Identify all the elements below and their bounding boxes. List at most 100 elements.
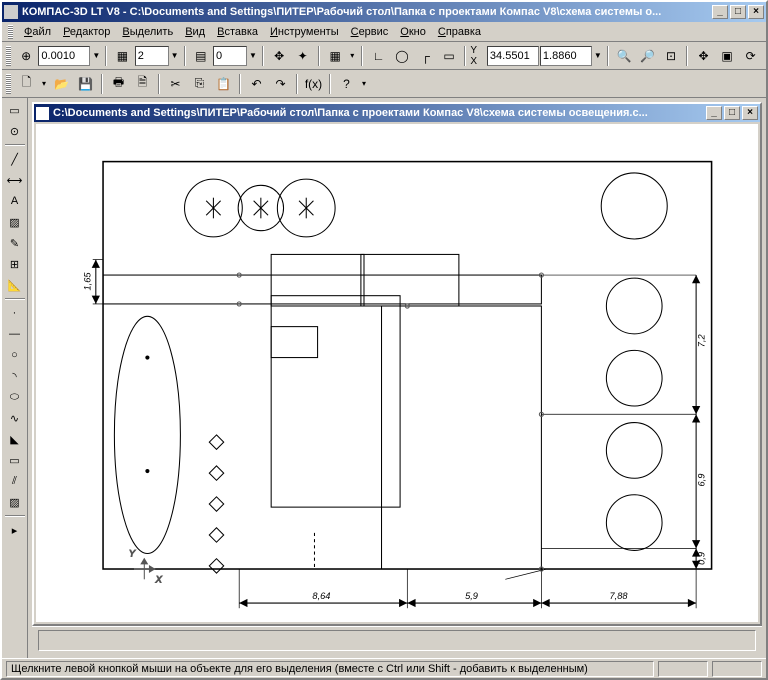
new-file-icon[interactable]: 🗋 — [15, 73, 38, 95]
cut-icon[interactable]: ✂ — [164, 73, 187, 95]
select-tool-icon[interactable]: ▭ — [4, 100, 26, 120]
svg-text:8,64: 8,64 — [312, 591, 330, 601]
ellipse-geom-icon[interactable]: ⬭ — [4, 387, 26, 407]
svg-text:1,65: 1,65 — [83, 272, 93, 291]
style-icon[interactable]: ▤ — [190, 45, 213, 67]
svg-text:5,9: 5,9 — [465, 591, 478, 601]
menu-window[interactable]: Окно — [394, 24, 432, 40]
zoom-out-icon[interactable]: 🔎 — [636, 45, 659, 67]
fx-icon[interactable]: f(x) — [302, 73, 325, 95]
line-tool-icon[interactable]: ╱ — [4, 149, 26, 169]
hatch-geom-icon[interactable]: ▨ — [4, 492, 26, 512]
menu-select[interactable]: Выделить — [116, 24, 179, 40]
layer-icon[interactable]: ▦ — [111, 45, 134, 67]
param-icon[interactable]: ▭ — [438, 45, 461, 67]
measure-tool-icon[interactable]: 📐 — [4, 275, 26, 295]
open-file-icon[interactable]: 📂 — [50, 73, 73, 95]
spline-geom-icon[interactable]: ∿ — [4, 408, 26, 428]
redraw-icon[interactable]: ⟳ — [739, 45, 762, 67]
grid-dropdown[interactable]: ▾ — [347, 51, 357, 60]
doc-minimize-button[interactable]: _ — [706, 106, 722, 120]
menu-help[interactable]: Справка — [432, 24, 487, 40]
doc-titlebar: C:\Documents and Settings\ПИТЕР\Рабочий … — [34, 104, 760, 122]
menu-view[interactable]: Вид — [179, 24, 211, 40]
workspace: ▭ ⊙ ╱ ⟷ A ▨ ✎ ⊞ 📐 · — ○ ◝ ⬭ ∿ ◣ ▭ ⫽ ▨ ▸ — [2, 98, 766, 658]
snap-icon[interactable]: ✥ — [268, 45, 291, 67]
grid-icon[interactable]: ▦ — [324, 45, 347, 67]
text-tool-icon[interactable]: A — [4, 191, 26, 211]
statusbar: Щелкните левой кнопкой мыши на объекте д… — [2, 658, 766, 678]
circle-geom-icon[interactable]: ○ — [4, 345, 26, 365]
minimize-button[interactable]: _ — [712, 5, 728, 19]
style-input[interactable] — [213, 46, 247, 66]
menu-insert[interactable]: Вставка — [211, 24, 264, 40]
menu-service[interactable]: Сервис — [345, 24, 395, 40]
doc-title: C:\Documents and Settings\ПИТЕР\Рабочий … — [53, 107, 706, 119]
point-tool-icon[interactable]: ⊙ — [4, 121, 26, 141]
doc-close-button[interactable]: × — [742, 106, 758, 120]
style-dropdown[interactable]: ▼ — [248, 51, 258, 60]
layer-input[interactable] — [135, 46, 169, 66]
coord-x-input[interactable] — [487, 46, 539, 66]
snap2-icon[interactable]: ✦ — [291, 45, 314, 67]
menubar-grip[interactable] — [8, 25, 13, 39]
undo-icon[interactable]: ↶ — [245, 73, 268, 95]
point-geom-icon[interactable]: · — [4, 303, 26, 323]
ortho-icon[interactable]: ∟ — [367, 45, 390, 67]
close-button[interactable]: × — [748, 5, 764, 19]
coord-label: Y X — [470, 45, 486, 67]
new-dropdown[interactable]: ▾ — [39, 79, 49, 88]
toolbar-2: 🗋 ▾ 📂 💾 🖶 🗎 ✂ ⎘ 📋 ↶ ↷ f(x) ? ▾ — [2, 70, 766, 98]
zoom-in-icon[interactable]: 🔍 — [613, 45, 636, 67]
main-window: КОМПАС-3D LT V8 - C:\Documents and Setti… — [0, 0, 768, 680]
save-file-icon[interactable]: 💾 — [74, 73, 97, 95]
help-dropdown[interactable]: ▾ — [359, 79, 369, 88]
svg-text:7,88: 7,88 — [609, 591, 628, 601]
step-icon[interactable]: ⊕ — [15, 45, 38, 67]
menu-tools[interactable]: Инструменты — [264, 24, 345, 40]
svg-text:7,2: 7,2 — [696, 334, 706, 348]
preview-icon[interactable]: 🗎 — [131, 73, 154, 95]
coord-step-input[interactable] — [38, 46, 90, 66]
offset-geom-icon[interactable]: ⫽ — [4, 471, 26, 491]
doc-maximize-button[interactable]: □ — [724, 106, 740, 120]
document-area: C:\Documents and Settings\ПИТЕР\Рабочий … — [28, 98, 766, 658]
property-box-1[interactable] — [38, 630, 756, 651]
zoom-window-icon[interactable]: ⊡ — [660, 45, 683, 67]
svg-text:X: X — [155, 574, 163, 584]
copy-icon[interactable]: ⎘ — [188, 73, 211, 95]
edit-tool-icon[interactable]: ✎ — [4, 233, 26, 253]
help-pointer-icon[interactable]: ? — [335, 73, 358, 95]
dimension-tool-icon[interactable]: ⟷ — [4, 170, 26, 190]
maximize-button[interactable]: □ — [730, 5, 746, 19]
fit-icon[interactable]: ▣ — [716, 45, 739, 67]
menu-file[interactable]: Файл — [18, 24, 57, 40]
app-icon — [4, 5, 18, 19]
tab-expand-icon[interactable]: ▸ — [4, 520, 26, 540]
hatch-tool-icon[interactable]: ▨ — [4, 212, 26, 232]
drawing-canvas[interactable]: Y X — [36, 124, 758, 622]
local-cs-icon[interactable]: ┌ — [414, 45, 437, 67]
coord-y-input[interactable] — [540, 46, 592, 66]
coord-dropdown[interactable]: ▼ — [593, 51, 603, 60]
round-icon[interactable]: ◯ — [391, 45, 414, 67]
property-panel — [32, 626, 762, 654]
svg-text:0,9: 0,9 — [696, 552, 706, 565]
toolbar1-grip[interactable] — [6, 46, 11, 66]
step-dropdown[interactable]: ▼ — [91, 51, 101, 60]
redo-icon[interactable]: ↷ — [269, 73, 292, 95]
rect-geom-icon[interactable]: ▭ — [4, 450, 26, 470]
left-toolbox: ▭ ⊙ ╱ ⟷ A ▨ ✎ ⊞ 📐 · — ○ ◝ ⬭ ∿ ◣ ▭ ⫽ ▨ ▸ — [2, 98, 28, 658]
pan-icon[interactable]: ✥ — [692, 45, 715, 67]
line-geom-icon[interactable]: — — [4, 324, 26, 344]
toolbar2-grip[interactable] — [6, 74, 11, 94]
document-window: C:\Documents and Settings\ПИТЕР\Рабочий … — [32, 102, 762, 626]
print-icon[interactable]: 🖶 — [107, 73, 130, 95]
menubar: Файл Редактор Выделить Вид Вставка Инстр… — [2, 22, 766, 42]
layer-dropdown[interactable]: ▼ — [170, 51, 180, 60]
menu-editor[interactable]: Редактор — [57, 24, 116, 40]
paste-icon[interactable]: 📋 — [212, 73, 235, 95]
chamfer-geom-icon[interactable]: ◣ — [4, 429, 26, 449]
arc-geom-icon[interactable]: ◝ — [4, 366, 26, 386]
param-tool-icon[interactable]: ⊞ — [4, 254, 26, 274]
